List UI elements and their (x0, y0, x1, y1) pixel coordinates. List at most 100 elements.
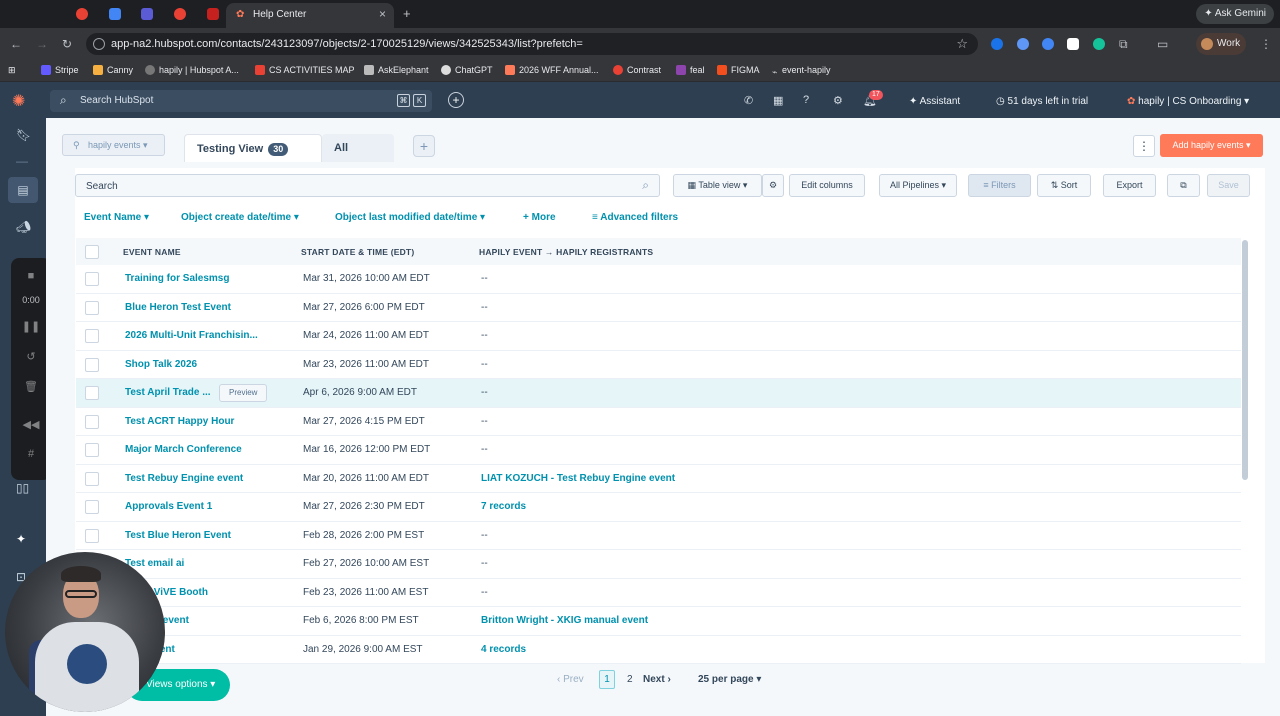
tab-favicon[interactable] (174, 8, 186, 20)
extension-icon[interactable] (991, 38, 1003, 50)
add-hapily-events-button[interactable]: Add hapily events ▾ (1160, 134, 1263, 157)
bookmark-contrast[interactable]: Contrast (613, 65, 661, 75)
extensions-puzzle-icon[interactable]: ⧉ (1119, 37, 1128, 52)
grammarly-icon[interactable] (1093, 38, 1105, 50)
filter-object-create[interactable]: Object create date/time ▾ (181, 212, 299, 223)
tab-favicon[interactable] (109, 8, 121, 20)
event-name-link[interactable]: Test Rebuy Engine event (125, 473, 243, 484)
edit-columns-button[interactable]: Edit columns (789, 174, 865, 197)
save-view-button[interactable]: Save (1207, 174, 1250, 197)
marketing-megaphone-icon[interactable]: 📣︎ (16, 220, 31, 234)
bookmark-canny[interactable]: Canny (93, 65, 133, 75)
table-row[interactable]: 2026 Multi-Unit Franchisin... Mar 24, 202… (76, 322, 1241, 351)
assistant-button[interactable]: ✦ Assistant (909, 96, 960, 107)
grid-icon[interactable]: # (11, 448, 51, 460)
registrants-cell[interactable]: 7 records (481, 501, 526, 512)
search-input[interactable] (86, 178, 626, 194)
filter-object-modified[interactable]: Object last modified date/time ▾ (335, 212, 485, 223)
sidepanel-icon[interactable]: ▭ (1157, 37, 1168, 51)
event-name-link[interactable]: Approvals Event 1 (125, 501, 212, 512)
rewind-icon[interactable]: ◀◀ (11, 418, 51, 431)
export-button[interactable]: Export (1103, 174, 1156, 197)
registrants-cell[interactable]: 4 records (481, 644, 526, 655)
bookmark-feal[interactable]: feal (676, 65, 705, 75)
preview-button[interactable]: Preview (219, 384, 268, 402)
event-name-link[interactable]: Test April Trade ... (125, 387, 211, 398)
bookmark-chatgpt[interactable]: ChatGPT (441, 65, 493, 75)
column-header[interactable]: START DATE & TIME (EDT) (301, 247, 414, 257)
event-name-link[interactable]: Test ACRT Happy Hour (125, 416, 234, 427)
restart-icon[interactable]: ↺ (11, 350, 51, 363)
extension-icon[interactable] (1067, 38, 1079, 50)
tab-favicon[interactable] (76, 8, 88, 20)
bookmark-wff[interactable]: 2026 WFF Annual... (505, 65, 599, 75)
table-row[interactable]: Major March Conference Mar 16, 2026 12:00… (76, 436, 1241, 465)
close-tab-icon[interactable]: × (379, 7, 386, 21)
hubspot-logo-icon[interactable]: ✺ (12, 91, 30, 110)
event-name-link[interactable]: Training for Salesmsg (125, 273, 229, 284)
row-checkbox[interactable] (85, 443, 99, 457)
marketplace-icon[interactable]: ▦ (773, 94, 783, 107)
apps-grid-icon[interactable]: ⊞ (8, 65, 16, 76)
tab-favicon[interactable] (141, 8, 153, 20)
bookmark-stripe[interactable]: Stripe (41, 65, 79, 75)
menu-kebab-icon[interactable]: ⋮ (1260, 37, 1272, 51)
ask-gemini-button[interactable]: ✦ Ask Gemini (1196, 4, 1274, 24)
row-checkbox[interactable] (85, 300, 99, 315)
settings-gear-icon[interactable]: ⚙ (833, 94, 843, 107)
phone-icon[interactable]: ✆ (744, 94, 753, 107)
event-name-link[interactable]: Blue Heron Test Event (125, 302, 231, 313)
table-view-dropdown[interactable]: ▦ Table view ▾ (673, 174, 762, 197)
event-name-link[interactable]: Major March Conference (125, 444, 242, 455)
object-selector[interactable]: ⚲ hapily events ▾ (62, 134, 165, 156)
table-settings-gear-icon[interactable]: ⚙ (762, 174, 784, 197)
table-row[interactable]: Blue Heron Test Event Mar 27, 2026 6:00 P… (76, 293, 1241, 322)
event-name-link[interactable]: Test email ai (125, 558, 184, 569)
bookmark-event-hapily[interactable]: ⌁ event-hapily (772, 65, 831, 77)
table-scrollbar[interactable] (1242, 240, 1248, 480)
row-checkbox[interactable] (85, 329, 99, 343)
column-header[interactable]: HAPILY EVENT → HAPILY REGISTRANTS (479, 247, 653, 257)
bookmark-star-icon[interactable]: ☆ (956, 36, 968, 52)
stop-record-icon[interactable]: ■ (11, 270, 51, 282)
table-row[interactable]: Test April Trade ... Apr 6, 2026 9:00 AM … (76, 379, 1241, 408)
forward-icon[interactable]: → (36, 37, 48, 51)
tab-testing-view[interactable]: Testing View30⋮× (184, 134, 322, 183)
bookmark-hapily[interactable]: hapily | Hubspot A... (145, 65, 239, 75)
duplicate-view-icon[interactable]: ⧉ (1167, 174, 1200, 197)
address-bar[interactable]: app-na2.hubspot.com/contacts/243123097/o… (86, 33, 978, 55)
create-plus-button[interactable]: + (448, 92, 464, 108)
more-actions-icon[interactable]: ⋮ (1133, 135, 1155, 157)
advanced-filters-button[interactable]: ≡ Advanced filters (592, 212, 678, 223)
table-row[interactable]: Test email ai Feb 27, 2026 10:00 AM EST -- (76, 550, 1241, 579)
event-name-link[interactable]: 2026 Multi-Unit Franchisin... (125, 330, 258, 341)
bookmark-cs-activities[interactable]: CS ACTIVITIES MAP (255, 65, 355, 75)
row-checkbox[interactable] (85, 272, 99, 286)
row-checkbox[interactable] (85, 528, 99, 543)
event-name-link[interactable]: Test Blue Heron Event (125, 530, 231, 541)
table-row[interactable]: Test - ViVE Booth Feb 23, 2026 11:00 AM E… (76, 578, 1241, 607)
table-row[interactable]: Training for Salesmsg Mar 31, 2026 10:00 … (76, 265, 1241, 294)
tab-help-center[interactable]: ✿ Help Center × (226, 3, 394, 28)
page-1-button[interactable]: 1 (599, 670, 615, 689)
row-checkbox[interactable] (85, 500, 99, 514)
hubspot-search[interactable]: ⌕ Search HubSpot ⌘ K (50, 90, 432, 112)
event-name-link[interactable]: Shop Talk 2026 (125, 359, 197, 370)
column-header[interactable]: EVENT NAME (123, 247, 181, 257)
extension-icon[interactable] (1042, 38, 1054, 50)
bookmarks-icon[interactable]: 🔖︎ (16, 128, 31, 142)
ai-sparkle-icon[interactable]: ✦ (16, 532, 26, 546)
extension-icon[interactable] (1017, 38, 1029, 50)
row-checkbox[interactable] (85, 471, 99, 486)
row-checkbox[interactable] (85, 357, 99, 372)
page-2-button[interactable]: 2 (627, 674, 633, 685)
registrants-cell[interactable]: Britton Wright - XKIG manual event (481, 615, 648, 626)
bookmark-figma[interactable]: FIGMA (717, 65, 760, 75)
delete-icon[interactable]: 🗑︎ (11, 380, 51, 393)
table-row[interactable]: Shop Talk 2026 Mar 23, 2026 11:00 AM EDT -… (76, 350, 1241, 379)
reload-icon[interactable]: ↻ (62, 37, 72, 51)
tab-all-records[interactable]: All records (322, 134, 394, 182)
back-icon[interactable]: ← (10, 37, 22, 51)
table-row[interactable]: Approvals Event 1 Mar 27, 2026 2:30 PM ED… (76, 493, 1241, 522)
crm-records-icon[interactable]: ▤ (8, 177, 38, 203)
